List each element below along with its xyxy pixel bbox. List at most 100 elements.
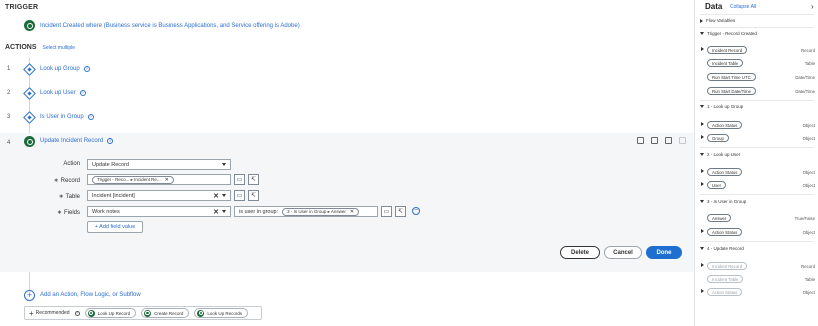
collapse-icon — [700, 153, 704, 156]
expand-icon — [700, 18, 703, 23]
flow-variables-section[interactable]: Flow Variables — [700, 18, 735, 23]
clear-icon[interactable]: ✕ — [213, 208, 219, 216]
chevron-down-icon — [222, 194, 226, 197]
update-record-icon — [24, 136, 35, 147]
recommended-chip-create-record[interactable]: Create Record — [141, 308, 190, 318]
data-picker-button[interactable]: ▭ — [381, 206, 392, 217]
step-toolbar — [637, 137, 686, 144]
data-picker-button[interactable]: ▭ — [234, 174, 245, 185]
expand-icon[interactable] — [701, 169, 704, 173]
action-icon — [87, 309, 95, 317]
trash-icon[interactable] — [665, 137, 672, 144]
trigger-row[interactable]: Incident Created where (Business service… — [24, 19, 300, 32]
recommended-chip-look-up-record[interactable]: Look Up Record — [84, 308, 137, 318]
delete-button[interactable]: Delete — [560, 246, 600, 259]
expand-icon[interactable] — [701, 182, 704, 186]
data-pill-run-start-datetime[interactable]: Run Start Date/Time — [707, 87, 757, 95]
data-pill-action-status[interactable]: Action Status — [707, 121, 743, 129]
expand-icon[interactable] — [701, 135, 704, 139]
data-pill-answer[interactable]: Answer — [707, 214, 732, 222]
collapse-icon — [700, 32, 704, 35]
recommended-label: + Recommended — [29, 308, 70, 318]
step-label[interactable]: Is User in Group? — [40, 114, 94, 120]
expand-icon[interactable] — [701, 47, 704, 51]
info-icon[interactable]: ? — [87, 114, 94, 120]
data-pill-run-start-utc[interactable]: Run Start Time UTC — [707, 73, 756, 81]
look-up-group-section[interactable]: 1 - Look up Group — [700, 104, 743, 109]
data-panel-title: Data — [705, 2, 723, 11]
expand-icon[interactable] — [701, 263, 704, 267]
script-toggle-button[interactable]: ↸ — [248, 190, 259, 201]
info-icon[interactable]: ? — [74, 310, 80, 316]
expand-icon[interactable] — [701, 122, 704, 126]
duplicate-icon[interactable] — [651, 137, 658, 144]
expand-icon[interactable] — [701, 289, 704, 293]
step-label-update-incident[interactable]: Update Incident Record? — [40, 138, 114, 144]
chevron-down-icon — [222, 210, 226, 213]
action-step-2[interactable]: 2 Look up User? — [0, 85, 694, 101]
data-type-label: Object — [802, 290, 815, 295]
data-pill-group[interactable]: Group — [707, 134, 729, 142]
script-toggle-button[interactable]: ↸ — [248, 174, 259, 185]
data-type-label: Object — [802, 230, 815, 235]
data-picker-button[interactable]: ▭ — [234, 190, 245, 201]
data-pill-incident-record[interactable]: Incident Record — [707, 46, 748, 54]
data-type-label: Object — [802, 170, 815, 175]
collapse-icon — [700, 200, 704, 203]
data-pill-incident-record-disabled: Incident Record — [707, 262, 748, 270]
info-icon[interactable]: ? — [107, 138, 114, 144]
data-pill-action-status[interactable]: Action Status — [707, 168, 743, 176]
action-step-3[interactable]: 3 Is User in Group? — [0, 109, 694, 125]
field-name-select[interactable]: Work notes ✕ — [87, 206, 231, 217]
select-multiple-link[interactable]: Select multiple — [43, 45, 76, 51]
recommended-bar: + Recommended ? Look Up Record Create Rec… — [24, 306, 262, 320]
cancel-button[interactable]: Cancel — [604, 246, 642, 259]
table-field-label: ∗ Table — [58, 194, 80, 200]
info-icon[interactable]: ? — [83, 66, 90, 72]
step-label[interactable]: Look up Group? — [40, 66, 90, 72]
divider — [700, 100, 814, 101]
step-number: 3 — [7, 114, 11, 120]
collapse-icon — [700, 105, 704, 108]
is-user-in-group-section[interactable]: 3 - Is User in Group — [700, 199, 746, 204]
record-data-pill[interactable]: Trigger - Reco... ▸ Incident Re... ✕ — [92, 175, 174, 184]
data-pill-action-status[interactable]: Action Status — [707, 228, 743, 236]
data-pill-user[interactable]: User — [707, 181, 727, 189]
data-type-label: Object — [802, 136, 815, 141]
clear-icon[interactable]: ✕ — [213, 192, 219, 200]
script-toggle-button[interactable]: ↸ — [395, 206, 406, 217]
expand-icon[interactable] — [701, 229, 704, 233]
data-type-label: Table — [804, 277, 815, 282]
field-value-input[interactable]: is user in group: 3 - Is User in Group ▸… — [234, 206, 378, 217]
actions-header: ACTIONS Select multiple — [5, 44, 75, 51]
action-select[interactable]: Update Record — [87, 159, 231, 170]
remove-field-icon[interactable]: − — [412, 207, 420, 215]
add-action-link[interactable]: Add an Action, Flow Logic, or Subflow — [40, 292, 141, 298]
action-step-1[interactable]: 1 Look up Group? — [0, 61, 694, 77]
trigger-section[interactable]: Trigger - Record Created — [700, 31, 757, 36]
recommended-chip-look-up-records[interactable]: Look Up Records — [194, 308, 249, 318]
add-field-value-button[interactable]: + Add field value — [87, 221, 143, 233]
chevron-right-icon[interactable]: › — [811, 2, 814, 11]
look-up-user-section[interactable]: 2 - Look up User — [700, 152, 740, 157]
collapse-all-link[interactable]: Collapse All — [730, 4, 756, 10]
table-field[interactable]: Incident [incident] ✕ — [87, 190, 231, 201]
info-icon[interactable]: ? — [79, 90, 86, 96]
update-record-section[interactable]: 4 - Update Record — [700, 246, 744, 251]
data-type-label: Table — [804, 61, 815, 66]
actions-heading: ACTIONS — [5, 44, 37, 51]
plus-icon: + — [29, 308, 34, 318]
divider — [700, 147, 814, 148]
copy-icon[interactable] — [637, 137, 644, 144]
step-number: 4 — [7, 140, 11, 146]
add-action-icon[interactable]: + — [24, 290, 35, 301]
trigger-condition[interactable]: Incident Created where (Business service… — [40, 23, 300, 29]
step-label[interactable]: Look up User? — [40, 90, 86, 96]
trigger-icon — [24, 20, 35, 31]
done-button[interactable]: Done — [646, 246, 682, 259]
action-icon — [197, 309, 205, 317]
record-field[interactable]: Trigger - Reco... ▸ Incident Re... ✕ — [87, 174, 231, 185]
data-pill-incident-table[interactable]: Incident Table — [707, 59, 744, 67]
data-type-label: Date/Time — [795, 89, 815, 94]
answer-data-pill[interactable]: 3 - Is User in Group ▸ Answer ✕ — [282, 207, 360, 216]
